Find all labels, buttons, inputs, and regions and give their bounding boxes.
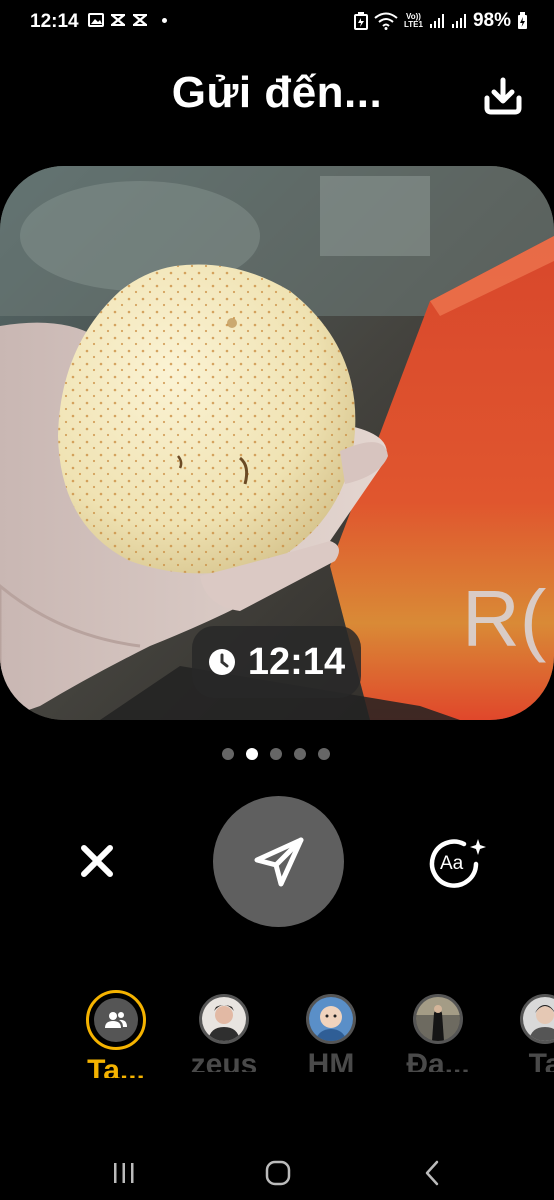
photo-timestamp: 12:14: [247, 640, 346, 683]
captured-photo: R( 12:14: [0, 166, 554, 720]
home-icon: [265, 1160, 291, 1186]
text-style-button[interactable]: Aa: [426, 836, 490, 888]
avatar-selected: [86, 990, 146, 1050]
discard-button[interactable]: [76, 840, 118, 882]
lte-label: LTE1: [404, 20, 423, 29]
download-icon: [484, 77, 522, 115]
page-dot[interactable]: [318, 748, 330, 760]
text-style-label: Aa: [440, 853, 464, 874]
gallery-icon: [88, 13, 104, 27]
clock-icon: [208, 649, 235, 675]
page-dot[interactable]: [270, 748, 282, 760]
close-icon: [81, 845, 113, 877]
send-button[interactable]: [213, 796, 344, 927]
battery-percent: 98%: [472, 10, 511, 31]
page-dot[interactable]: [222, 748, 234, 760]
recent-apps-button[interactable]: [109, 1158, 139, 1188]
signal-icon-2: [451, 14, 466, 28]
status-notification-icons: [88, 12, 167, 28]
profile-photo-icon: [416, 997, 460, 1041]
system-nav-bar: [0, 1140, 554, 1200]
avatar: [520, 994, 554, 1044]
capcut-icon-2: [133, 14, 147, 26]
recipient-name: Ta...: [87, 1054, 145, 1078]
more-notifications-dot: [162, 17, 167, 23]
battery-icon: [518, 12, 527, 29]
recipient-all-friends[interactable]: Ta...: [61, 990, 171, 1078]
recipient-zeus[interactable]: zeus: [169, 990, 279, 1072]
status-time: 12:14: [30, 11, 79, 32]
recent-apps-icon: [114, 1163, 134, 1183]
box-print-text: R(: [462, 574, 547, 663]
recipient-name: Đạ...: [406, 1048, 470, 1072]
profile-photo-icon: [202, 997, 246, 1041]
download-button[interactable]: [482, 74, 524, 116]
back-button[interactable]: [418, 1158, 448, 1188]
status-system-icons: Vo)) LTE1 98%: [354, 10, 528, 32]
avatar: [413, 994, 463, 1044]
profile-photo-icon: [309, 997, 353, 1041]
page-dot-active[interactable]: [246, 748, 258, 760]
avatar: [306, 994, 356, 1044]
avatar: [199, 994, 249, 1044]
capcut-icon: [111, 14, 125, 26]
volte-indicator: Vo)) LTE1: [404, 13, 423, 29]
recipient-name: zeus: [190, 1048, 258, 1072]
page-title: Gửi đến...: [171, 68, 383, 117]
recipient-hm[interactable]: HM: [276, 990, 386, 1072]
wifi-icon: [374, 12, 398, 30]
back-icon: [425, 1160, 439, 1186]
page-indicator: [222, 748, 330, 760]
photo-timestamp-pill: 12:14: [192, 626, 361, 698]
friends-icon: [105, 1012, 127, 1028]
recipient-list[interactable]: Ta... zeus HM Đạ... Ta: [0, 990, 554, 1090]
recipient-ta[interactable]: Ta: [490, 990, 554, 1072]
send-icon: [254, 837, 303, 886]
home-button[interactable]: [263, 1158, 293, 1188]
page-dot[interactable]: [294, 748, 306, 760]
recipient-name: HM: [307, 1048, 355, 1072]
signal-icon: [429, 14, 444, 28]
status-bar: 12:14 Vo)) LTE1 98%: [0, 0, 554, 44]
recipient-da[interactable]: Đạ...: [383, 990, 493, 1072]
recipient-name: Ta: [528, 1048, 554, 1072]
profile-photo-icon: [523, 997, 554, 1041]
battery-saver-icon: [354, 12, 368, 30]
text-style-icon: Aa: [429, 839, 486, 888]
